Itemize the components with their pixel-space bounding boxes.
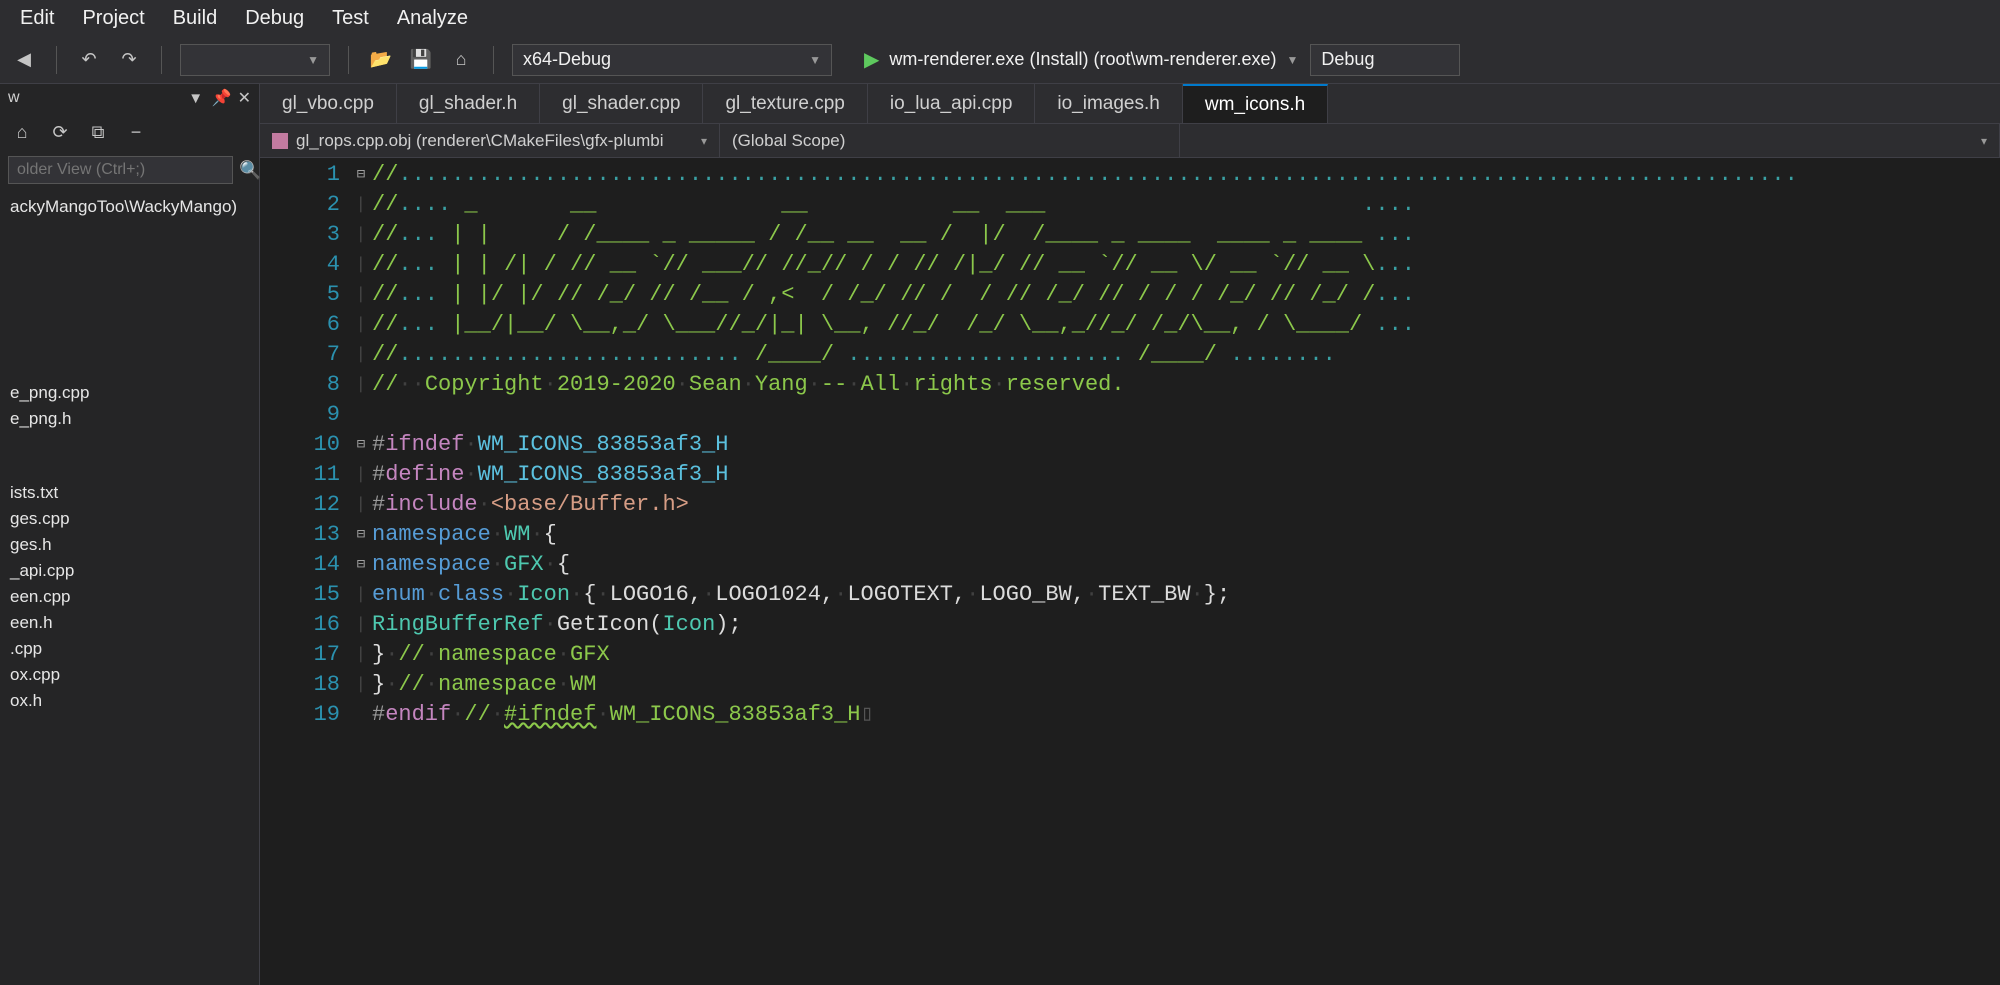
file-tabs: gl_vbo.cpp gl_shader.h gl_shader.cpp gl_… [260, 84, 2000, 124]
project-icon [272, 133, 288, 149]
file-tab-active[interactable]: wm_icons.h [1183, 84, 1328, 123]
menu-analyze[interactable]: Analyze [397, 7, 468, 30]
tree-item[interactable]: ges.h [0, 532, 259, 558]
tree-item[interactable]: een.cpp [0, 584, 259, 610]
panel-title: w [8, 89, 20, 107]
file-tab[interactable]: gl_texture.cpp [703, 84, 867, 123]
sync-icon[interactable]: ⟳ [46, 118, 74, 146]
copy-icon[interactable]: ⧉ [84, 118, 112, 146]
tree-item[interactable]: _api.cpp [0, 558, 259, 584]
panel-header: w ▼ 📌 ✕ [0, 84, 259, 112]
nav-project-dropdown[interactable]: gl_rops.cpp.obj (renderer\CMakeFiles\gfx… [260, 124, 720, 157]
tree-item[interactable]: e_png.h [0, 406, 259, 432]
chevron-down-icon[interactable]: ▼ [186, 88, 206, 108]
line-gutter: 12345678910111213141516171819 [260, 160, 350, 985]
search-row: 🔍 [0, 152, 259, 188]
tree-item[interactable]: e_png.cpp [0, 380, 259, 406]
chevron-down-icon: ▾ [701, 134, 707, 148]
file-tree: ackyMangoToo\WackyMango) e_png.cpp e_png… [0, 188, 259, 720]
main: w ▼ 📌 ✕ ⌂ ⟳ ⧉ − 🔍 ackyMangoToo\WackyMang… [0, 84, 2000, 985]
run-target-label: wm-renderer.exe (Install) (root\wm-rende… [889, 49, 1276, 70]
nav-bar: gl_rops.cpp.obj (renderer\CMakeFiles\gfx… [260, 124, 2000, 158]
menu-debug[interactable]: Debug [245, 7, 304, 30]
chevron-down-icon: ▾ [1981, 134, 1987, 148]
file-tab[interactable]: gl_shader.cpp [540, 84, 703, 123]
nav-scope-label: (Global Scope) [732, 131, 845, 151]
nav-project-label: gl_rops.cpp.obj (renderer\CMakeFiles\gfx… [296, 131, 664, 151]
code-lines[interactable]: //......................................… [372, 160, 2000, 985]
run-config-dropdown[interactable]: Debug [1310, 44, 1460, 76]
file-tab[interactable]: gl_vbo.cpp [260, 84, 397, 123]
close-icon[interactable]: ✕ [238, 88, 251, 108]
menu-build[interactable]: Build [173, 7, 217, 30]
panel-toolbar: ⌂ ⟳ ⧉ − [0, 112, 259, 152]
tree-root[interactable]: ackyMangoToo\WackyMango) [0, 194, 259, 220]
divider [348, 46, 349, 74]
file-tab[interactable]: gl_shader.h [397, 84, 540, 123]
pin-icon[interactable]: 📌 [212, 88, 232, 108]
chevron-down-icon: ▼ [809, 53, 821, 67]
chevron-down-icon: ▼ [1287, 53, 1299, 67]
save-all-icon[interactable]: 💾 [407, 46, 435, 74]
search-icon[interactable]: 🔍 [239, 160, 261, 181]
play-icon: ▶ [864, 47, 879, 72]
tree-item[interactable]: een.h [0, 610, 259, 636]
editor-area: gl_vbo.cpp gl_shader.h gl_shader.cpp gl_… [260, 84, 2000, 985]
menu-test[interactable]: Test [332, 7, 369, 30]
back-icon[interactable]: ◀ [10, 46, 38, 74]
config-dropdown[interactable]: ▼ [180, 44, 330, 76]
divider [56, 46, 57, 74]
search-input[interactable] [8, 156, 233, 184]
home-icon[interactable]: ⌂ [447, 46, 475, 74]
tree-item[interactable]: ists.txt [0, 480, 259, 506]
tree-item[interactable]: ox.h [0, 688, 259, 714]
toolbar: ◀ ↶ ↷ ▼ 📂 💾 ⌂ x64-Debug ▼ ▶ wm-renderer.… [0, 36, 2000, 84]
run-target[interactable]: ▶ wm-renderer.exe (Install) (root\wm-ren… [864, 47, 1298, 72]
fold-column[interactable] [350, 160, 372, 985]
chevron-down-icon: ▼ [307, 53, 319, 67]
nav-member-dropdown[interactable]: ▾ [1180, 124, 2000, 157]
solution-explorer: w ▼ 📌 ✕ ⌂ ⟳ ⧉ − 🔍 ackyMangoToo\WackyMang… [0, 84, 260, 985]
redo-icon[interactable]: ↷ [115, 46, 143, 74]
undo-icon[interactable]: ↶ [75, 46, 103, 74]
tree-item[interactable]: .cpp [0, 636, 259, 662]
menubar: Edit Project Build Debug Test Analyze [0, 0, 2000, 36]
platform-dropdown[interactable]: x64-Debug ▼ [512, 44, 832, 76]
divider [493, 46, 494, 74]
tree-item[interactable]: ges.cpp [0, 506, 259, 532]
collapse-icon[interactable]: − [122, 118, 150, 146]
file-tab[interactable]: io_images.h [1035, 84, 1182, 123]
tree-item[interactable]: ox.cpp [0, 662, 259, 688]
platform-label: x64-Debug [523, 49, 611, 70]
code-editor[interactable]: 12345678910111213141516171819 //........… [260, 158, 2000, 985]
divider [161, 46, 162, 74]
menu-edit[interactable]: Edit [20, 7, 54, 30]
run-config-label: Debug [1321, 49, 1374, 70]
home-icon[interactable]: ⌂ [8, 118, 36, 146]
file-tab[interactable]: io_lua_api.cpp [868, 84, 1036, 123]
open-folder-icon[interactable]: 📂 [367, 46, 395, 74]
menu-project[interactable]: Project [82, 7, 144, 30]
nav-scope-dropdown[interactable]: (Global Scope) [720, 124, 1180, 157]
